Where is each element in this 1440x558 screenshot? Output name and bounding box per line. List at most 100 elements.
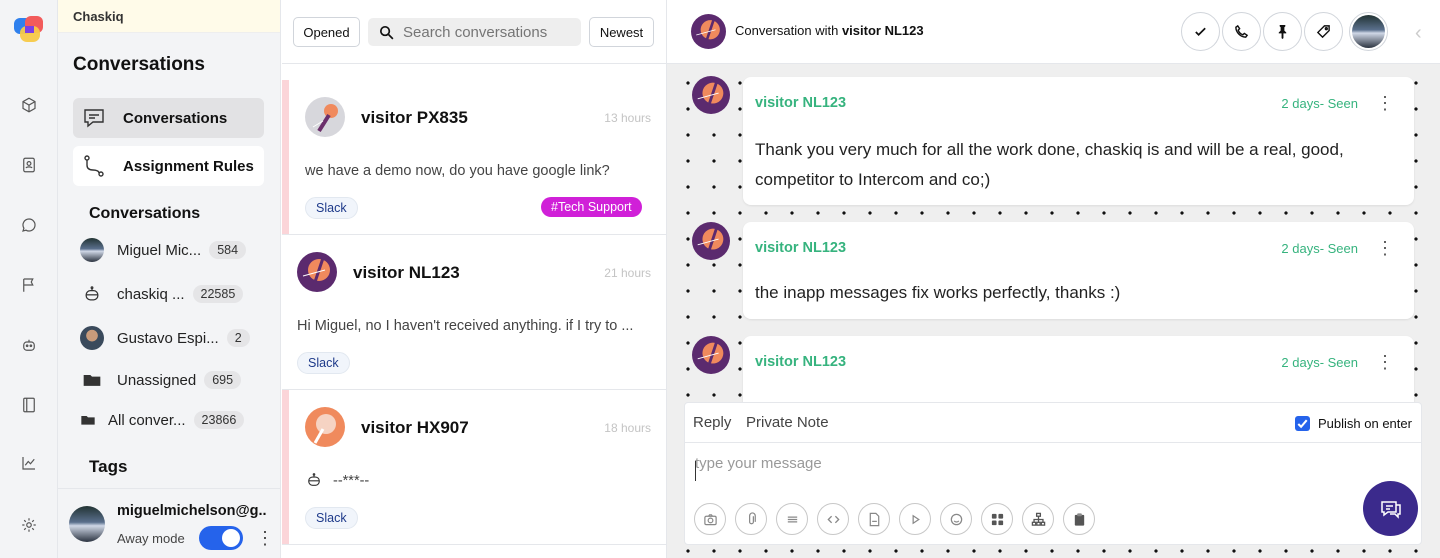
conversation-preview: Hi Miguel, no I haven't received anythin… xyxy=(297,318,634,334)
folder-label: chaskiq ... xyxy=(117,285,185,303)
paperclip-icon xyxy=(744,511,759,527)
conversations-icon[interactable] xyxy=(14,210,44,240)
folder-item-miguel[interactable]: Miguel Mic... 584 xyxy=(80,237,260,263)
tab-reply[interactable]: Reply xyxy=(693,414,731,431)
folder-count: 23866 xyxy=(193,411,245,429)
assignee-avatar-button[interactable] xyxy=(1349,12,1388,51)
collapse-chevron-left-icon[interactable]: ‹ xyxy=(1415,22,1422,45)
apps-grid-icon xyxy=(990,512,1005,527)
message-menu-kebab-icon[interactable]: ⋮ xyxy=(1376,353,1394,371)
bot-icon[interactable] xyxy=(14,330,44,360)
visitor-avatar xyxy=(305,97,345,137)
reports-chart-icon[interactable] xyxy=(14,448,44,478)
sticker-icon xyxy=(949,512,964,527)
chat-launcher-button[interactable] xyxy=(1363,481,1418,536)
tab-private-note[interactable]: Private Note xyxy=(746,414,829,431)
folder-item-unassigned[interactable]: Unassigned 695 xyxy=(80,367,260,393)
code-button[interactable] xyxy=(817,503,849,535)
sidebar-nav-label: Assignment Rules xyxy=(123,157,254,175)
gif-button[interactable] xyxy=(858,503,890,535)
folder-icon xyxy=(80,368,104,392)
conversation-item-px835[interactable]: visitor PX835 13 hours we have a demo no… xyxy=(282,80,666,235)
image-button[interactable] xyxy=(694,503,726,535)
call-button[interactable] xyxy=(1222,12,1261,51)
video-button[interactable] xyxy=(899,503,931,535)
visitor-name: visitor PX835 xyxy=(361,108,468,127)
message-meta: 2 days- Seen xyxy=(1281,96,1358,111)
folder-count: 22585 xyxy=(192,285,244,303)
message-author: visitor NL123 xyxy=(755,95,847,111)
close-conversation-button[interactable] xyxy=(1181,12,1220,51)
giphy-button[interactable] xyxy=(940,503,972,535)
attachment-button[interactable] xyxy=(735,503,767,535)
quick-replies-button[interactable] xyxy=(1063,503,1095,535)
filter-opened-button[interactable]: Opened xyxy=(293,17,360,47)
visitor-avatar[interactable] xyxy=(691,14,726,49)
phone-icon xyxy=(1234,24,1249,39)
conversation-item-hx907[interactable]: visitor HX907 18 hours --***-- Slack xyxy=(282,390,666,545)
chat-icon xyxy=(81,105,123,131)
message-text: Thank you very much for all the work don… xyxy=(755,140,1344,189)
folder-label: Gustavo Espi... xyxy=(117,329,219,347)
search-input[interactable] xyxy=(403,23,573,41)
folder-label: Miguel Mic... xyxy=(117,241,202,259)
chaskiq-logo[interactable] xyxy=(12,14,46,44)
visitor-name: visitor HX907 xyxy=(361,418,469,437)
conversation-preview: --***-- xyxy=(333,473,370,489)
folder-label: Unassigned xyxy=(117,371,197,389)
search-icon xyxy=(378,24,403,41)
message-author: visitor NL123 xyxy=(755,240,847,256)
bot-tasks-button[interactable] xyxy=(1022,503,1054,535)
folder-item-chaskiq[interactable]: chaskiq ... 22585 xyxy=(80,281,260,307)
chat-bubbles-icon xyxy=(1378,496,1404,522)
message-bubble: visitor NL123 2 days- Seen ⋮ Thank you v… xyxy=(743,77,1414,205)
away-mode-toggle[interactable] xyxy=(199,526,243,550)
folder-item-gustavo[interactable]: Gustavo Espi... 2 xyxy=(80,325,260,351)
message-text: the inapp messages fix works perfectly, … xyxy=(755,283,1121,302)
sidebar-title: Conversations xyxy=(73,54,205,75)
contacts-icon[interactable] xyxy=(14,150,44,180)
sidebar-nav-assignment-rules[interactable]: Assignment Rules xyxy=(73,146,264,186)
user-avatar[interactable] xyxy=(69,506,105,542)
folder-item-all[interactable]: All conver... 23866 xyxy=(80,407,260,433)
campaigns-flag-icon[interactable] xyxy=(14,270,44,300)
publish-on-enter-label: Publish on enter xyxy=(1318,416,1412,431)
title-visitor: visitor NL123 xyxy=(841,23,924,38)
user-menu-kebab-icon[interactable]: ⋮ xyxy=(256,529,274,547)
folder-label: All conver... xyxy=(108,411,186,429)
divider-button[interactable] xyxy=(776,503,808,535)
tag-badge[interactable]: #Tech Support xyxy=(541,197,642,217)
tag-icon xyxy=(1316,24,1331,39)
text-caret xyxy=(695,461,696,481)
user-panel: miguelmichelson@g... Away mode ⋮ xyxy=(58,488,280,558)
bot-icon xyxy=(80,282,104,306)
conversations-sidebar: Chaskiq Conversations Conversations Assi… xyxy=(58,0,281,558)
tag-button[interactable] xyxy=(1304,12,1343,51)
publish-on-enter-checkbox[interactable] xyxy=(1295,416,1310,431)
gif-file-icon xyxy=(867,512,882,527)
pin-button[interactable] xyxy=(1263,12,1302,51)
left-rail xyxy=(0,0,58,558)
avatar xyxy=(80,326,104,350)
message-input[interactable]: type your message xyxy=(695,455,822,472)
conversation-header: Conversation with visitor NL123 ‹ xyxy=(667,0,1440,64)
sidebar-nav-conversations[interactable]: Conversations xyxy=(73,98,264,138)
conversation-time: 21 hours xyxy=(604,266,651,280)
pin-icon xyxy=(1275,24,1290,39)
app-name: Chaskiq xyxy=(58,0,280,33)
app-root: Chaskiq Conversations Conversations Assi… xyxy=(0,0,1440,558)
apps-button[interactable] xyxy=(981,503,1013,535)
articles-icon[interactable] xyxy=(14,390,44,420)
message-menu-kebab-icon[interactable]: ⋮ xyxy=(1376,239,1394,257)
composer-tabs: Reply Private Note Publish on enter xyxy=(685,403,1421,443)
settings-gear-icon[interactable] xyxy=(14,510,44,540)
platform-icon[interactable] xyxy=(14,90,44,120)
route-icon xyxy=(81,153,123,179)
folder-icon xyxy=(80,408,96,432)
conversation-item-nl123[interactable]: visitor NL123 21 hours Hi Miguel, no I h… xyxy=(282,235,666,390)
message-menu-kebab-icon[interactable]: ⋮ xyxy=(1376,94,1394,112)
sort-newest-button[interactable]: Newest xyxy=(589,17,654,47)
folder-count: 695 xyxy=(204,371,242,389)
message-composer: Reply Private Note Publish on enter type… xyxy=(684,402,1422,545)
message-bubble: visitor NL123 2 days- Seen ⋮ the inapp m… xyxy=(743,222,1414,319)
